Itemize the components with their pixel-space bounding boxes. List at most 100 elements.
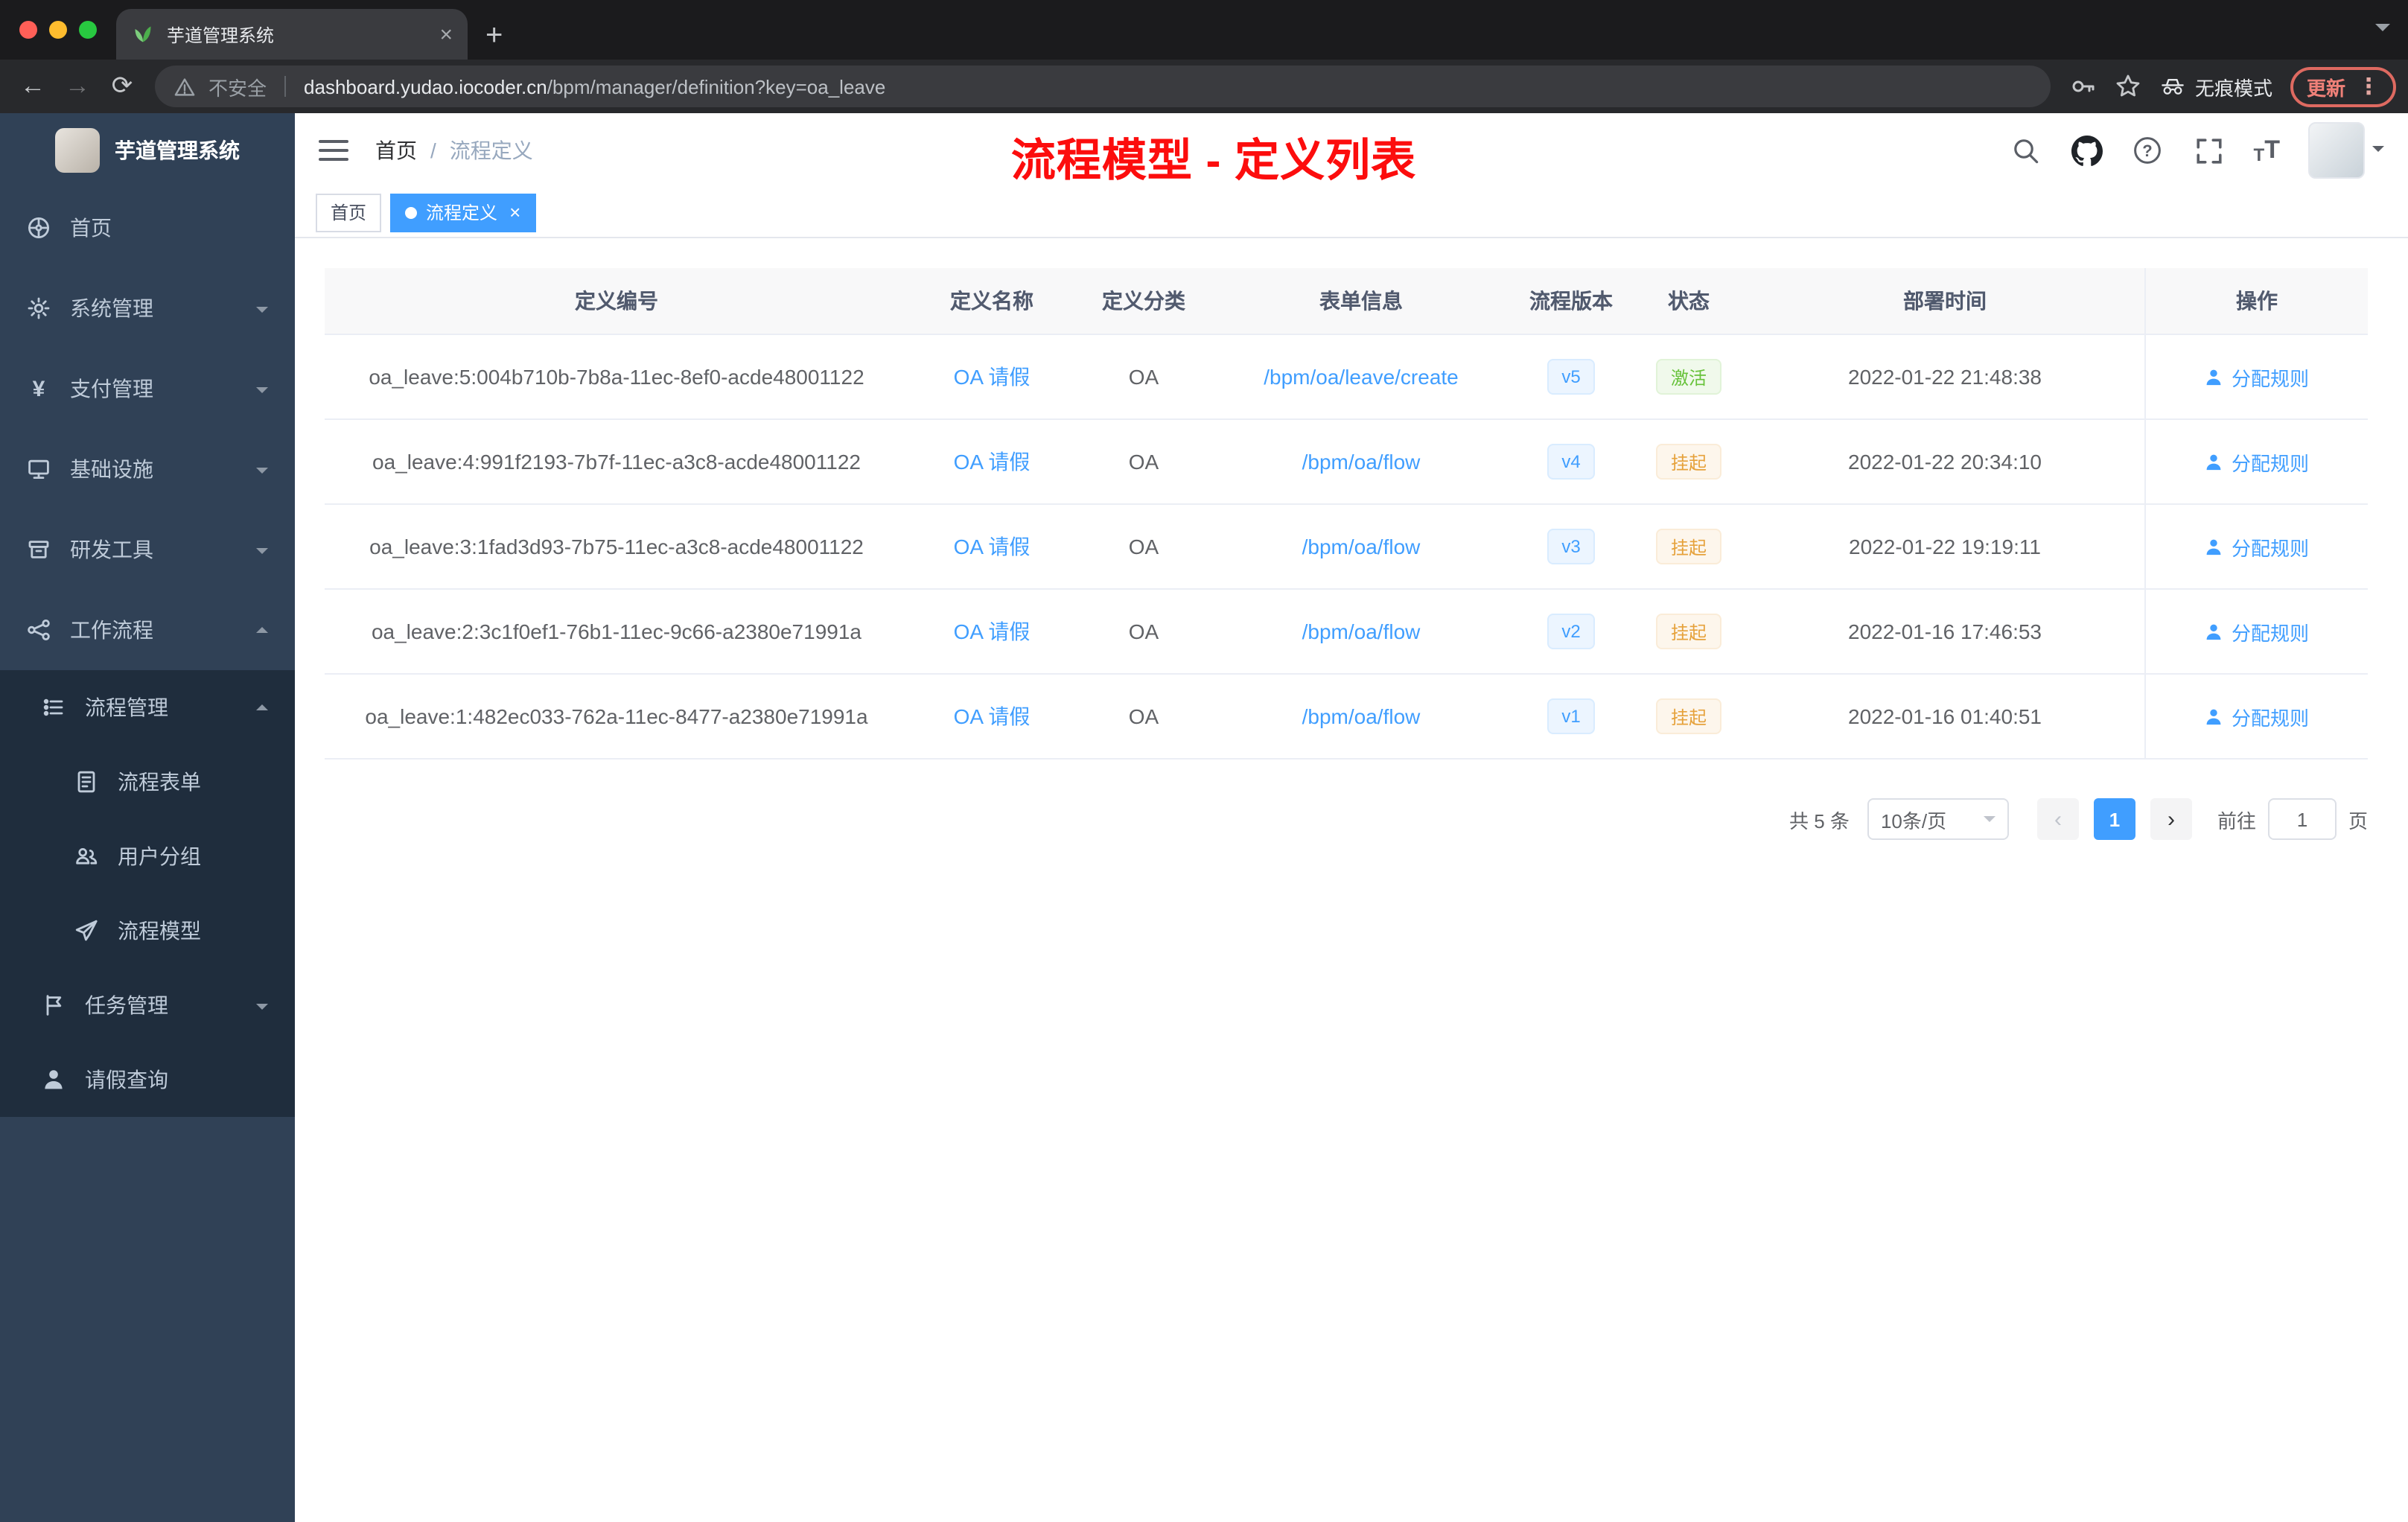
cell-form-info: /bpm/oa/flow [1212, 590, 1510, 673]
sidebar-item-process-form[interactable]: 流程表单 [0, 745, 295, 819]
page-number-button[interactable]: 1 [2093, 798, 2135, 840]
cell-definition-id: oa_leave:2:3c1f0ef1-76b1-11ec-9c66-a2380… [371, 620, 861, 643]
sidebar-item-label: 流程表单 [118, 770, 201, 794]
definition-name-link[interactable]: OA 请假 [954, 701, 1031, 731]
definition-name-link[interactable]: OA 请假 [954, 447, 1031, 477]
form-link[interactable]: /bpm/oa/leave/create [1264, 365, 1459, 389]
cell-actions: 分配规则 [2144, 505, 2368, 588]
assign-rule-label: 分配规则 [2231, 537, 2309, 559]
search-icon[interactable] [2010, 134, 2042, 167]
browser-tab[interactable]: 芋道管理系统 × [116, 9, 468, 60]
cell-actions: 分配规则 [2144, 335, 2368, 418]
sidebar-item-devtools[interactable]: 研发工具 [0, 509, 295, 590]
new-tab-button[interactable]: + [485, 21, 503, 51]
assign-rule-button[interactable]: 分配规则 [2205, 363, 2309, 391]
reload-button[interactable]: ⟳ [101, 66, 143, 107]
definition-name-link[interactable]: OA 请假 [954, 532, 1031, 561]
incognito-label: 无痕模式 [2194, 77, 2272, 99]
bookmark-star-icon[interactable] [2107, 66, 2149, 107]
form-link[interactable]: /bpm/oa/flow [1302, 704, 1421, 728]
page-size-select[interactable]: 10条/页 [1867, 798, 2009, 840]
sidebar-logo[interactable]: 芋道管理系统 [0, 113, 295, 188]
minimize-window-button[interactable] [49, 21, 67, 39]
status-badge: 挂起 [1655, 698, 1721, 734]
tag-current[interactable]: 流程定义 × [390, 193, 536, 232]
breadcrumb-home[interactable]: 首页 [375, 136, 417, 165]
url-text[interactable]: dashboard.yudao.iocoder.cn/bpm/manager/d… [304, 75, 885, 98]
assign-rule-button[interactable]: 分配规则 [2205, 617, 2309, 646]
sidebar-item-task-mgmt[interactable]: 任务管理 [0, 968, 295, 1042]
sidebar-item-leave-query[interactable]: 请假查询 [0, 1042, 295, 1117]
cell-version: v2 [1510, 590, 1632, 673]
sidebar-item-label: 首页 [70, 216, 112, 240]
prev-page-button[interactable]: ‹ [2036, 798, 2079, 840]
assign-rule-label: 分配规则 [2231, 707, 2309, 729]
definition-name-link[interactable]: OA 请假 [954, 362, 1031, 392]
sidebar-item-label: 请假查询 [85, 1068, 168, 1092]
sidebar-item-user-group[interactable]: 用户分组 [0, 819, 295, 894]
sidebar-item-process-mgmt[interactable]: 流程管理 [0, 670, 295, 745]
cell-definition-name: OA 请假 [908, 420, 1075, 503]
header-definition-name: 定义名称 [950, 289, 1033, 313]
navbar-actions: ? TT [2010, 122, 2384, 179]
cell-definition-name: OA 请假 [908, 335, 1075, 418]
maximize-window-button[interactable] [79, 21, 97, 39]
tag-home[interactable]: 首页 [316, 193, 382, 232]
font-size-icon[interactable]: TT [2254, 136, 2280, 165]
cell-category: OA [1128, 620, 1159, 643]
next-page-button[interactable]: › [2150, 798, 2192, 840]
update-button[interactable]: 更新 ⋮ [2290, 66, 2396, 106]
form-link[interactable]: /bpm/oa/flow [1302, 450, 1421, 474]
cell-category: OA [1128, 450, 1159, 474]
hamburger-icon[interactable] [319, 134, 351, 167]
table-row: oa_leave:1:482ec033-762a-11ec-8477-a2380… [325, 675, 2368, 760]
status-badge: 挂起 [1655, 444, 1721, 480]
definition-name-link[interactable]: OA 请假 [954, 617, 1031, 646]
sidebar-item-workflow[interactable]: 工作流程 [0, 590, 295, 670]
sidebar-item-payment[interactable]: ¥ 支付管理 [0, 348, 295, 429]
assign-rule-button[interactable]: 分配规则 [2205, 702, 2309, 730]
dashboard-icon [27, 216, 51, 240]
cell-deploy-time: 2022-01-16 01:40:51 [1848, 704, 2042, 728]
cell-category: OA [1128, 535, 1159, 558]
logo-title: 芋道管理系统 [115, 138, 240, 162]
cell-status: 挂起 [1632, 505, 1745, 588]
tab-close-icon[interactable]: × [439, 23, 453, 45]
sidebar-item-infra[interactable]: 基础设施 [0, 429, 295, 509]
person-icon [42, 1068, 66, 1092]
assign-rule-button[interactable]: 分配规则 [2205, 448, 2309, 476]
help-icon[interactable]: ? [2132, 134, 2165, 167]
sidebar-item-process-model[interactable]: 流程模型 [0, 894, 295, 968]
cell-actions: 分配规则 [2144, 675, 2368, 758]
menu-dots-icon[interactable]: ⋮ [2357, 73, 2380, 100]
back-button[interactable]: ← [12, 66, 54, 107]
assign-rule-button[interactable]: 分配规则 [2205, 532, 2309, 561]
sidebar-item-home[interactable]: 首页 [0, 188, 295, 268]
security-warning-icon[interactable] [173, 74, 197, 98]
tag-close-icon[interactable]: × [509, 203, 520, 222]
logo-image [55, 128, 100, 173]
security-label[interactable]: 不安全 [208, 72, 267, 101]
person-icon [2207, 623, 2222, 640]
yen-icon: ¥ [32, 376, 45, 401]
forward-button[interactable]: → [57, 66, 98, 107]
person-icon [2207, 538, 2222, 555]
chevron-down-icon [256, 306, 268, 318]
fullscreen-icon[interactable] [2193, 134, 2226, 167]
window-chevron-icon[interactable] [2375, 24, 2390, 39]
close-window-button[interactable] [19, 21, 37, 39]
form-link[interactable]: /bpm/oa/flow [1302, 535, 1421, 558]
address-bar[interactable]: 不安全 dashboard.yudao.iocoder.cn/bpm/manag… [155, 66, 2051, 107]
form-link[interactable]: /bpm/oa/flow [1302, 620, 1421, 643]
sidebar-item-system[interactable]: 系统管理 [0, 268, 295, 348]
password-key-icon[interactable] [2063, 66, 2104, 107]
avatar[interactable] [2308, 122, 2365, 179]
cell-status: 挂起 [1632, 675, 1745, 758]
cell-deploy-time: 2022-01-16 17:46:53 [1848, 620, 2042, 643]
tab-title: 芋道管理系统 [167, 25, 275, 45]
chevron-down-icon [256, 467, 268, 479]
goto-page-input[interactable] [2267, 798, 2337, 840]
user-menu[interactable] [2308, 122, 2384, 179]
github-icon[interactable] [2071, 134, 2103, 167]
tag-label: 流程定义 [426, 203, 498, 223]
